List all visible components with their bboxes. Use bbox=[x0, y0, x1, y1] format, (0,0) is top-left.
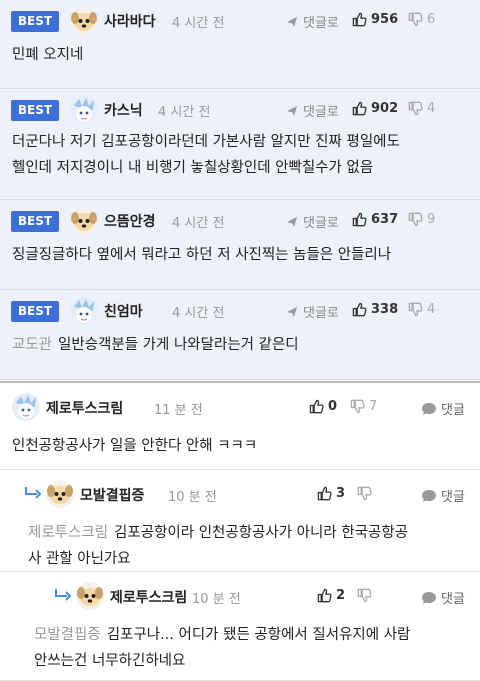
comment-line: 더군다나 저기 김포공항이라던데 가본사람 알지만 진짜 평일에도 bbox=[12, 134, 400, 150]
upvote-button[interactable]: 2 bbox=[317, 588, 345, 603]
commenter-name[interactable]: 카스닉 bbox=[104, 100, 143, 120]
commenter-name[interactable]: 모발결핍증 bbox=[80, 485, 144, 505]
commenter-name[interactable]: 제로투스크림 bbox=[110, 587, 187, 607]
mention-tag[interactable]: 제로투스크림 bbox=[28, 525, 108, 541]
comment-line: 김포공항이라 인천공항공사가 아니라 한국공항공 bbox=[114, 525, 409, 541]
upvote-button[interactable]: 902 bbox=[352, 101, 398, 116]
downvote-count: 4 bbox=[427, 101, 436, 116]
upvote-button[interactable]: 0 bbox=[309, 399, 337, 414]
downvote-count: 7 bbox=[369, 399, 378, 414]
reply-label: 댓글로 bbox=[303, 105, 339, 120]
best-badge: BEST bbox=[11, 11, 59, 32]
reply-label: 댓글 bbox=[441, 592, 465, 607]
reply-indent-icon bbox=[24, 486, 42, 504]
downvote-button[interactable]: 6 bbox=[408, 12, 435, 27]
upvote-count: 956 bbox=[371, 12, 399, 27]
comment-item: 모발결핍증 10 분 전 3 댓글제로투스크림 김포공항이라 인천공항공사가 아니라 한… bbox=[0, 470, 480, 572]
upvote-button[interactable]: 956 bbox=[352, 12, 398, 27]
reply-label: 댓글 bbox=[441, 490, 465, 505]
comment-text: 제로투스크림 김포공항이라 인천공항공사가 아니라 한국공항공사 관할 아닌가요 bbox=[28, 520, 473, 572]
upvote-button[interactable]: 637 bbox=[352, 212, 398, 227]
comment-item: 제로투스크림 10 분 전 2 댓글모발결핍증 김포구나... 어디가 됐든 공항에서 … bbox=[0, 572, 480, 681]
comment-item: 제로투스크림 11 분 전 0 7 댓글인천공항공사가 일을 안한다 안해 ㅋㅋㅋ bbox=[0, 381, 480, 470]
character-avatar-icon[interactable] bbox=[70, 297, 98, 325]
comment-line: 안쓰는건 너무하긴하네요 bbox=[34, 653, 186, 669]
downvote-button[interactable]: 9 bbox=[408, 212, 435, 227]
downvote-button[interactable] bbox=[357, 588, 376, 603]
mention-tag[interactable]: 교도관 bbox=[12, 337, 52, 353]
commenter-name[interactable]: 친엄마 bbox=[104, 301, 143, 321]
comment-text: 민폐 오지네 bbox=[12, 42, 472, 68]
reply-button[interactable]: 댓글 bbox=[421, 588, 465, 607]
downvote-count: 6 bbox=[427, 12, 436, 27]
upvote-count: 338 bbox=[371, 302, 399, 317]
character-avatar-icon[interactable] bbox=[70, 96, 98, 124]
best-comment: BEST 카스닉 4 시간 전 댓글로 902 4 더군다나 저기 김포공항이라던데 가본사… bbox=[0, 89, 480, 200]
comment-text: 교도관 일반승객분들 가게 나와달라는거 같은디 bbox=[12, 332, 472, 358]
best-badge: BEST bbox=[11, 100, 59, 121]
comment-text: 인천공항공사가 일을 안한다 안해 ㅋㅋㅋ bbox=[12, 433, 472, 459]
reply-button[interactable]: 댓글 bbox=[421, 399, 465, 418]
downvote-count: 9 bbox=[427, 212, 436, 227]
reply-button[interactable]: 댓글 bbox=[421, 486, 465, 505]
best-comment: BEST 친엄마 4 시간 전 댓글로 338 4 교도관 일반승객분들 가게 나와달라는거 … bbox=[0, 290, 480, 380]
downvote-button[interactable]: 7 bbox=[350, 399, 377, 414]
reply-button[interactable]: 댓글로 bbox=[285, 212, 339, 231]
downvote-button[interactable]: 4 bbox=[408, 101, 435, 116]
comment-time: 11 분 전 bbox=[154, 403, 203, 418]
comment-time: 4 시간 전 bbox=[172, 216, 225, 231]
commenter-name[interactable]: 사라바다 bbox=[104, 11, 156, 31]
upvote-button[interactable]: 3 bbox=[317, 486, 345, 501]
reply-label: 댓글로 bbox=[303, 16, 339, 31]
reply-label: 댓글 bbox=[441, 403, 465, 418]
commenter-name[interactable]: 제로투스크림 bbox=[46, 398, 123, 418]
dog-avatar-icon[interactable] bbox=[70, 7, 98, 35]
reply-button[interactable]: 댓글로 bbox=[285, 101, 339, 120]
comment-line: 사 관할 아닌가요 bbox=[28, 551, 131, 567]
comment-line: 징글징글하다 옆에서 뭐라고 하던 저 사진찍는 놈들은 안들리나 bbox=[12, 247, 392, 263]
character-avatar-icon[interactable] bbox=[12, 393, 40, 421]
upvote-count: 2 bbox=[336, 588, 346, 603]
comment-time: 4 시간 전 bbox=[158, 105, 211, 120]
reply-button[interactable]: 댓글로 bbox=[285, 12, 339, 31]
dog-avatar-icon[interactable] bbox=[76, 582, 104, 610]
downvote-button[interactable] bbox=[357, 486, 376, 501]
reply-button[interactable]: 댓글로 bbox=[285, 302, 339, 321]
best-badge: BEST bbox=[11, 301, 59, 322]
comment-time: 4 시간 전 bbox=[172, 306, 225, 321]
downvote-button[interactable]: 4 bbox=[408, 302, 435, 317]
comment-line: 인천공항공사가 일을 안한다 안해 ㅋㅋㅋ bbox=[12, 438, 258, 454]
best-comment: BEST 으뜸안경 4 시간 전 댓글로 637 9 징글징글하다 옆에서 뭐라고 하던 저… bbox=[0, 200, 480, 290]
comment-line: 민폐 오지네 bbox=[12, 47, 84, 63]
upvote-button[interactable]: 338 bbox=[352, 302, 398, 317]
comment-time: 10 분 전 bbox=[168, 490, 217, 505]
comment-line: 헬인데 저지경이니 내 비행기 놓칠상황인데 안빡칠수가 없음 bbox=[12, 160, 374, 176]
comment-text: 모발결핍증 김포구나... 어디가 됐든 공항에서 질서유지에 사람안쓰는건 너무… bbox=[34, 622, 479, 674]
comment-line: 일반승객분들 가게 나와달라는거 같은디 bbox=[58, 337, 299, 353]
comment-text: 징글징글하다 옆에서 뭐라고 하던 저 사진찍는 놈들은 안들리나 bbox=[12, 242, 472, 268]
commenter-name[interactable]: 으뜸안경 bbox=[104, 211, 156, 231]
best-comment: BEST 사라바다 4 시간 전 댓글로 956 6 민폐 오지네 bbox=[0, 0, 480, 89]
upvote-count: 0 bbox=[328, 399, 338, 414]
dog-avatar-icon[interactable] bbox=[70, 207, 98, 235]
dog-avatar-icon[interactable] bbox=[46, 480, 74, 508]
comment-time: 10 분 전 bbox=[192, 592, 241, 607]
best-badge: BEST bbox=[11, 211, 59, 232]
comment-text: 더군다나 저기 김포공항이라던데 가본사람 알지만 진짜 평일에도헬인데 저지경… bbox=[12, 129, 472, 181]
reply-indent-icon bbox=[54, 588, 72, 606]
upvote-count: 637 bbox=[371, 212, 399, 227]
comment-time: 4 시간 전 bbox=[172, 16, 225, 31]
upvote-count: 902 bbox=[371, 101, 399, 116]
downvote-count: 4 bbox=[427, 302, 436, 317]
upvote-count: 3 bbox=[336, 486, 346, 501]
reply-label: 댓글로 bbox=[303, 216, 339, 231]
mention-tag[interactable]: 모발결핍증 bbox=[34, 627, 101, 643]
reply-label: 댓글로 bbox=[303, 306, 339, 321]
comment-line: 김포구나... 어디가 됐든 공항에서 질서유지에 사람 bbox=[106, 627, 411, 643]
